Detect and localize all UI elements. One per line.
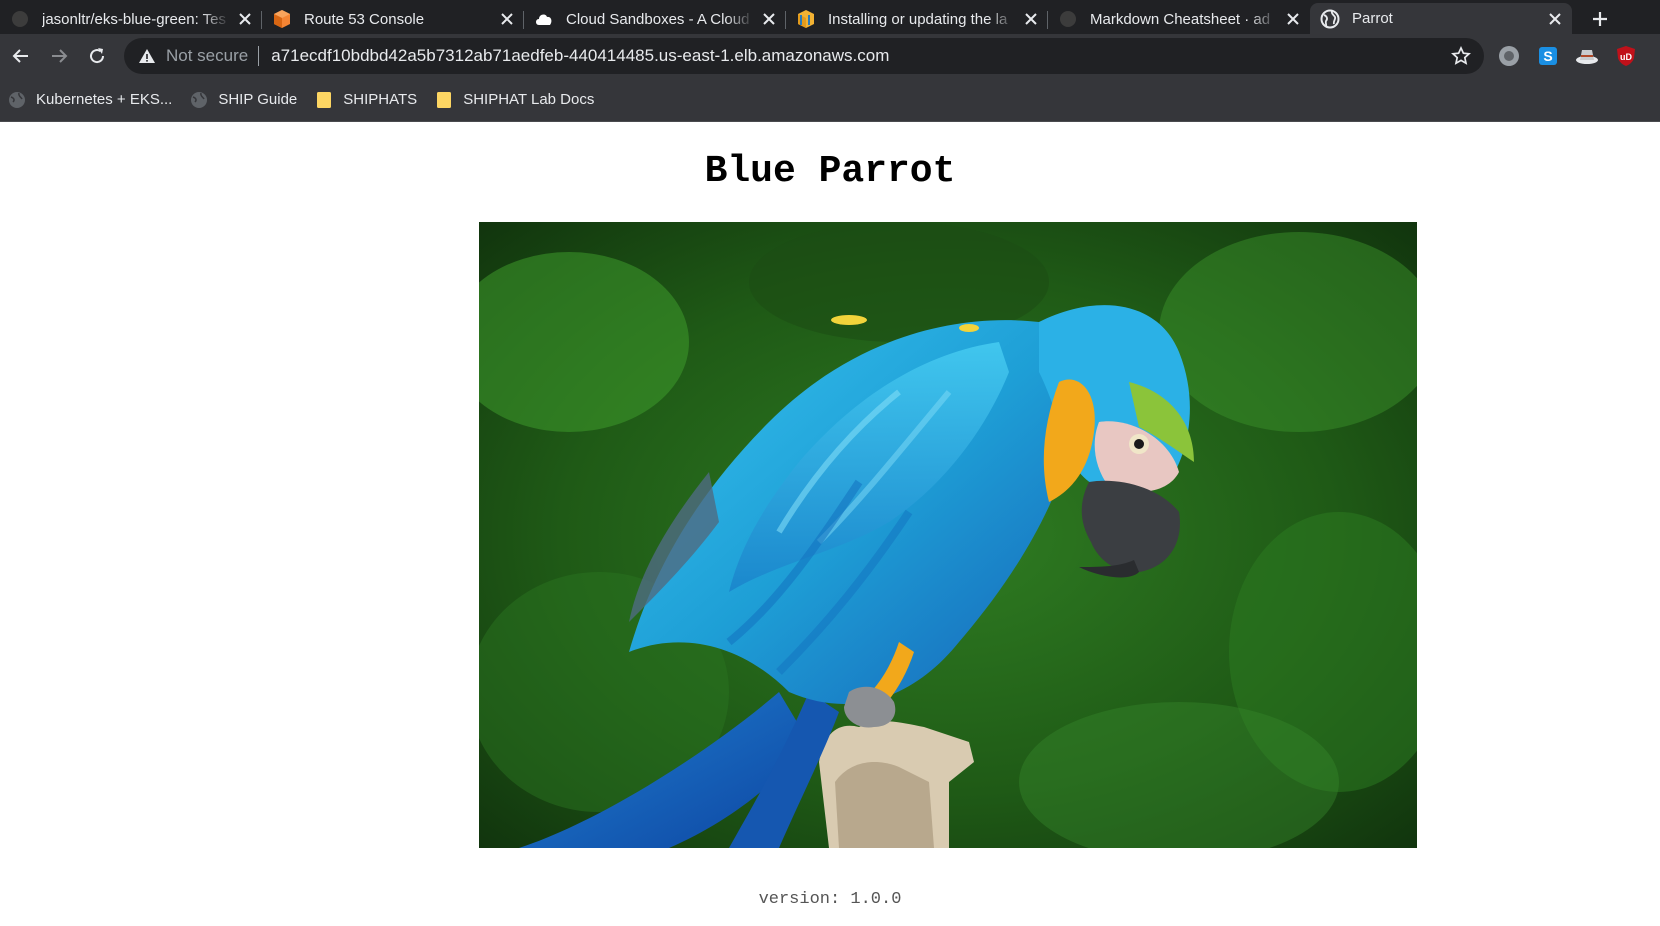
- folder-icon: [315, 91, 333, 109]
- bookmark-label: SHIP Guide: [218, 91, 298, 108]
- tab-title: Markdown Cheatsheet · ad: [1090, 10, 1271, 28]
- page-title: Blue Parrot: [704, 150, 956, 193]
- bookmark-label: SHIPHAT Lab Docs: [463, 91, 595, 108]
- tab-parrot[interactable]: Parrot: [1310, 3, 1572, 34]
- close-icon[interactable]: [498, 10, 516, 28]
- security-status[interactable]: Not secure: [166, 46, 248, 66]
- address-divider: [258, 46, 260, 66]
- bookmark-ship-guide[interactable]: SHIP Guide: [190, 91, 307, 109]
- globe-icon: [8, 91, 26, 109]
- bookmark-label: Kubernetes + EKS...: [36, 91, 173, 108]
- cloud-icon: [534, 9, 554, 29]
- bookmark-kubernetes-eks[interactable]: Kubernetes + EKS...: [8, 91, 182, 109]
- bookmark-folder-shiphats[interactable]: SHIPHATS: [315, 91, 427, 109]
- tab-title: Cloud Sandboxes - A Cloud: [566, 10, 750, 28]
- tab-title: Route 53 Console: [304, 10, 425, 28]
- back-button[interactable]: [4, 39, 38, 73]
- new-tab-button[interactable]: [1578, 4, 1622, 34]
- extension-grey-icon[interactable]: [1495, 42, 1523, 70]
- github-icon: [1058, 9, 1078, 29]
- reload-icon: [90, 48, 105, 64]
- tab-installing-cli[interactable]: Installing or updating the la: [786, 4, 1048, 34]
- version-label: version: 1.0.0: [758, 890, 902, 909]
- tab-strip: jasonltr/eks-blue-green: Tes Route 53 Co…: [0, 0, 1660, 34]
- ublock-icon[interactable]: uD: [1612, 42, 1640, 70]
- bookmark-star-icon[interactable]: [1450, 45, 1472, 67]
- warning-icon[interactable]: [138, 47, 156, 65]
- bookmarks-bar: Kubernetes + EKS... SHIP Guide SHIPHATS …: [0, 78, 1660, 122]
- tab-github-eks[interactable]: jasonltr/eks-blue-green: Tes: [0, 4, 262, 34]
- tab-cloud-sandboxes[interactable]: Cloud Sandboxes - A Cloud: [524, 4, 786, 34]
- svg-text:S: S: [1543, 48, 1552, 64]
- plus-icon: [1593, 12, 1607, 26]
- tab-route53[interactable]: Route 53 Console: [262, 4, 524, 34]
- tab-title: jasonltr/eks-blue-green: Tes: [42, 10, 226, 28]
- github-icon: [10, 9, 30, 29]
- close-icon[interactable]: [760, 10, 778, 28]
- aws-cube-icon: [272, 9, 292, 29]
- browser-toolbar: Not secure a71ecdf10bdbd42a5b7312ab71aed…: [0, 34, 1660, 78]
- close-icon[interactable]: [1022, 10, 1040, 28]
- address-bar[interactable]: Not secure a71ecdf10bdbd42a5b7312ab71aed…: [124, 38, 1484, 74]
- tab-markdown-cheatsheet[interactable]: Markdown Cheatsheet · ad: [1048, 4, 1310, 34]
- url-text[interactable]: a71ecdf10bdbd42a5b7312ab71aedfeb-4404144…: [271, 46, 1450, 66]
- extension-hat-icon[interactable]: [1573, 42, 1601, 70]
- tab-title: Installing or updating the la: [828, 10, 1008, 28]
- close-icon[interactable]: [1546, 10, 1564, 28]
- page-content: Blue Parrot version: 1.0.0: [0, 122, 1660, 926]
- folder-icon: [435, 91, 453, 109]
- arrow-left-icon: [12, 49, 28, 63]
- aws-package-icon: [796, 9, 816, 29]
- globe-icon: [190, 91, 208, 109]
- close-icon[interactable]: [236, 10, 254, 28]
- parrot-photo: [479, 222, 1417, 848]
- bookmark-label: SHIPHATS: [343, 91, 418, 108]
- forward-button[interactable]: [42, 39, 76, 73]
- reload-button[interactable]: [80, 39, 114, 73]
- globe-icon: [1320, 9, 1340, 29]
- svg-text:uD: uD: [1620, 52, 1632, 62]
- arrow-right-icon: [52, 49, 68, 63]
- bookmark-folder-shiphat-lab-docs[interactable]: SHIPHAT Lab Docs: [435, 91, 604, 109]
- tab-title: Parrot: [1352, 10, 1393, 27]
- close-icon[interactable]: [1284, 10, 1302, 28]
- extension-s-icon[interactable]: S: [1534, 42, 1562, 70]
